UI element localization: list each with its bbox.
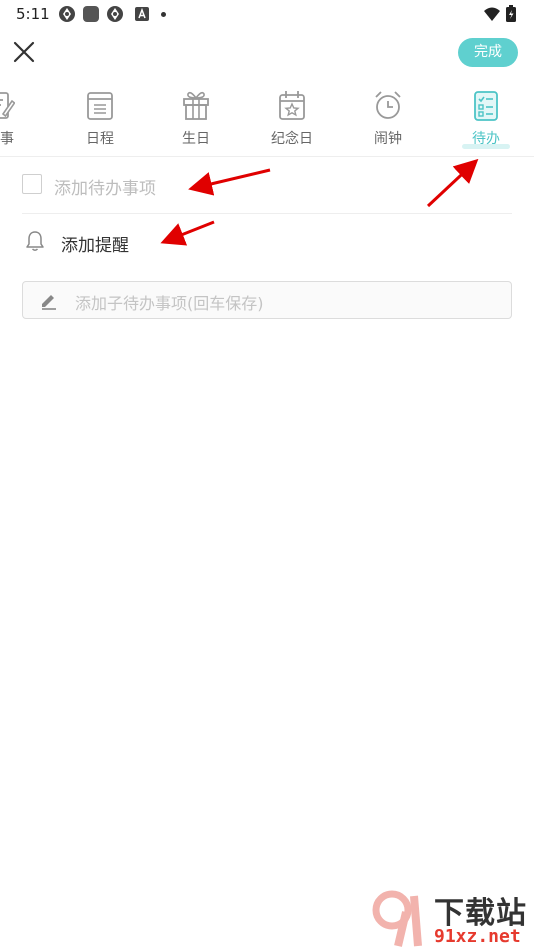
tab-alarm[interactable]: 闹钟 (340, 84, 436, 156)
aperture-icon (107, 6, 123, 22)
tab-label: 纪念日 (271, 131, 313, 147)
watermark-logo-icon (372, 890, 422, 947)
status-time: 5:11 (16, 5, 50, 23)
subtask-placeholder: 添加子待办事项(回车保存) (75, 294, 264, 313)
annotation-arrows (160, 158, 479, 246)
tab-todo[interactable]: 待办 (438, 84, 534, 156)
wifi-icon (484, 7, 500, 21)
notification-dot (161, 12, 166, 17)
tab-label: 闹钟 (374, 131, 402, 147)
tab-label: 待办 (472, 131, 500, 147)
calendar-star-icon (279, 91, 305, 120)
tab-schedule[interactable]: 日程 (52, 84, 148, 156)
todo-checkbox[interactable] (22, 174, 42, 194)
todo-title-input[interactable]: 添加待办事项 (54, 174, 156, 199)
arrow-to-todo-tab (426, 158, 479, 208)
note-edit-icon (0, 92, 15, 119)
tab-note[interactable]: 记事 (0, 84, 48, 156)
done-button[interactable]: 完成 (458, 38, 518, 67)
font-a-icon (135, 7, 149, 21)
checklist-icon (474, 91, 498, 121)
watermark-domain: 91xz.net (434, 926, 521, 947)
close-icon[interactable] (10, 38, 38, 66)
tab-label: 日程 (86, 131, 114, 147)
watermark: 下载站 91xz.net (368, 888, 530, 948)
gift-icon (183, 91, 209, 120)
bell-icon[interactable] (24, 230, 46, 252)
status-bar: 5:11 (0, 0, 534, 28)
battery-charging-icon (506, 5, 516, 22)
tab-anniversary[interactable]: 纪念日 (244, 84, 340, 156)
arrow-to-todo-input (188, 168, 271, 196)
aperture-icon (59, 6, 75, 22)
row-divider (22, 213, 512, 214)
category-tabs: 记事 日程 生日 纪念日 闹钟 (0, 84, 534, 156)
app-square-icon (83, 6, 99, 22)
tabs-divider (0, 156, 534, 157)
alarm-clock-icon (375, 91, 401, 119)
pencil-icon (42, 295, 56, 310)
arrow-to-reminder (160, 220, 215, 246)
tab-birthday[interactable]: 生日 (148, 84, 244, 156)
calendar-list-icon (87, 92, 113, 120)
tab-label: 生日 (182, 131, 210, 147)
subtask-input[interactable]: 添加子待办事项(回车保存) (22, 281, 512, 319)
add-reminder-label[interactable]: 添加提醒 (61, 231, 129, 256)
tab-label: 记事 (0, 131, 14, 147)
